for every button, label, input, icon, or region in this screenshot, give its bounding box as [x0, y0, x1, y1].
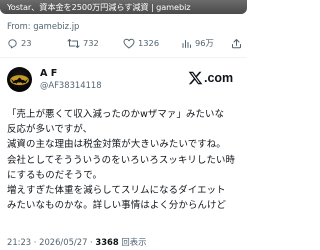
views-count-compact: 96万: [195, 38, 214, 48]
x-logo-suffix: .com: [204, 71, 234, 85]
reply-count: 23: [21, 38, 32, 48]
avatar[interactable]: [7, 67, 32, 92]
share-icon: [232, 38, 241, 48]
tweet-meta: 21:23 · 2026/05/27 · 3368 回表示: [7, 236, 147, 248]
divider: [0, 57, 247, 58]
tweet-line: 反応が多いですが、: [7, 124, 93, 136]
bat-emblem-icon: [10, 75, 29, 86]
author-handle[interactable]: @AF38314118: [40, 80, 102, 90]
like-count: 1326: [138, 38, 160, 48]
link-card-caption-text: Yostar、資本金を2500万円減らす減資 | gamebiz: [7, 2, 191, 12]
repost-button[interactable]: 732: [67, 35, 99, 51]
tweet-line: 会社としてそうういうのをいろいろスッキリしたい時: [7, 154, 236, 166]
tweet-line: みたいなものかな。詳しい事情はよく分からんけど: [7, 200, 227, 212]
author-name[interactable]: A F: [40, 68, 57, 79]
x-com-logo: .com: [188, 69, 240, 87]
x-logo-icon: [188, 71, 203, 85]
repost-count: 732: [83, 38, 99, 48]
tweet-text: 「売上が悪くて収入減ったのかwザマァ」みたいな 反応が多いですが、 減資の主な理…: [7, 107, 243, 213]
tweet-line: 減資の主な理由は税金対策が大きいみたいですね。: [7, 139, 226, 151]
tweet-timestamp[interactable]: 21:23 · 2026/05/27 ·: [7, 237, 95, 247]
like-button[interactable]: 1326: [123, 35, 159, 51]
tweet-line: にするものだそうで。: [7, 169, 102, 181]
tweet-actions: 23 732 1326 96万: [0, 35, 247, 51]
repost-icon: [67, 38, 80, 48]
share-button[interactable]: [231, 35, 242, 51]
reply-button[interactable]: 23: [7, 35, 32, 51]
analytics-icon: [182, 39, 191, 48]
views-label: 回表示: [118, 237, 147, 247]
views-button[interactable]: 96万: [181, 35, 214, 51]
heart-icon: [123, 38, 135, 48]
link-card-caption[interactable]: Yostar、資本金を2500万円減らす減資 | gamebiz: [0, 0, 247, 15]
link-source[interactable]: From: gamebiz.jp: [7, 21, 79, 31]
reply-icon: [8, 38, 17, 48]
tweet-line: 増えすぎた体重を減らしてスリムになるダイエット: [7, 184, 226, 196]
tweet-line: 「売上が悪くて収入減ったのかwザマァ」みたいな: [7, 109, 225, 120]
views-count: 3368: [95, 237, 119, 247]
